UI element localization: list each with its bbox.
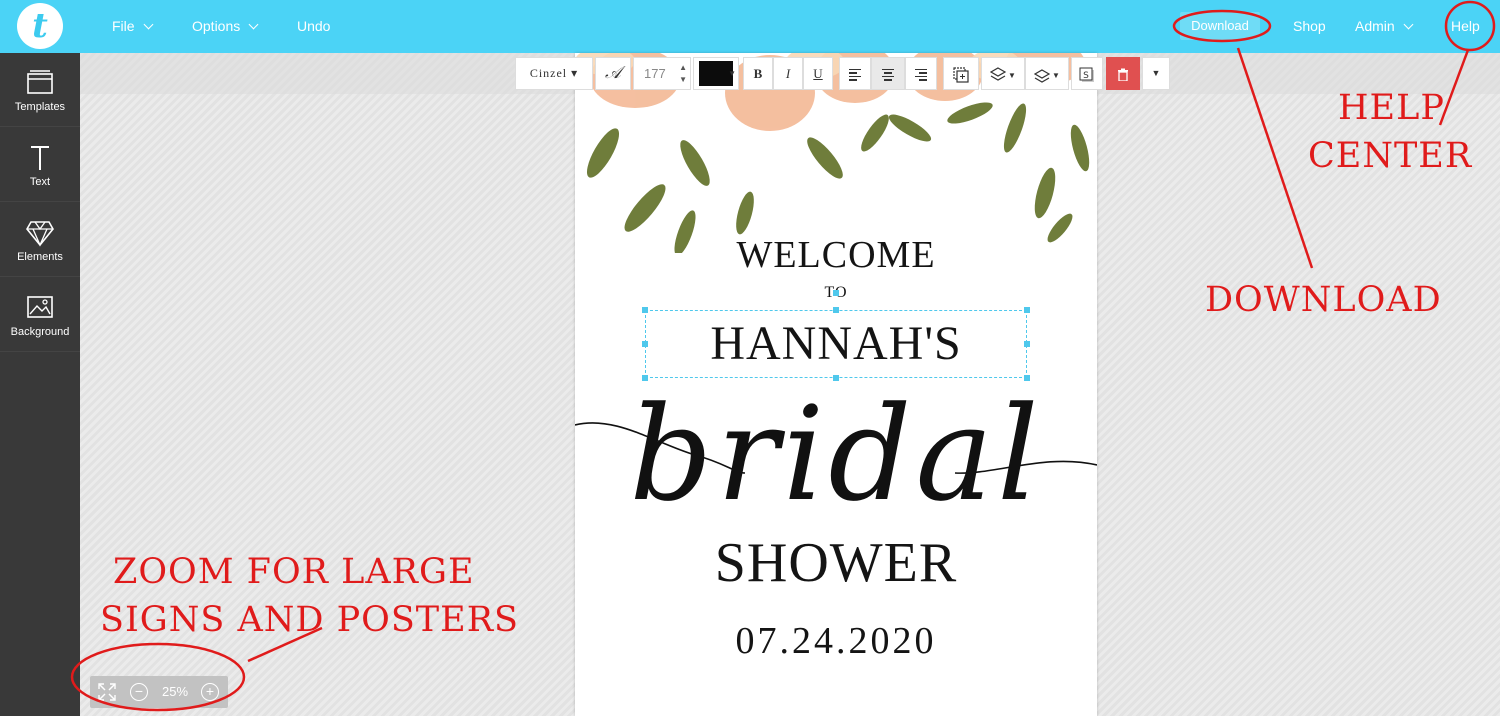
annotation-download: DOWNLOAD	[1205, 280, 1442, 320]
annotation-help: HELP	[1338, 88, 1445, 128]
annotation-center: CENTER	[1308, 136, 1473, 176]
annotation-zoom-line1: ZOOM FOR LARGE	[113, 552, 475, 592]
help-highlight-circle	[1444, 0, 1496, 52]
annotation-zoom-line2: SIGNS AND POSTERS	[100, 600, 520, 640]
download-pointer-line	[1236, 47, 1314, 269]
zoom-highlight-circle	[70, 642, 246, 712]
download-highlight-circle	[1172, 9, 1272, 43]
